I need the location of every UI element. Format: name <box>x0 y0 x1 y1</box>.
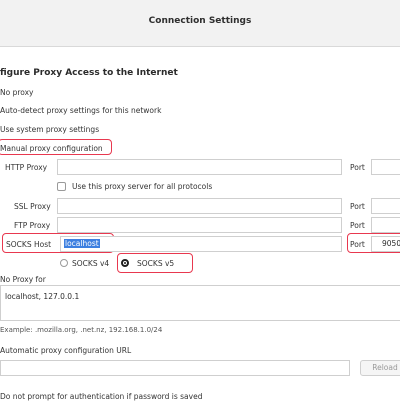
no-proxy-option[interactable]: No proxy <box>0 88 34 97</box>
socks-port-label: Port <box>350 240 365 249</box>
socks-v5-radio[interactable] <box>121 259 129 267</box>
auto-config-label: Automatic proxy configuration URL <box>0 346 132 355</box>
system-proxy-label: Use system proxy settings <box>0 125 100 134</box>
auto-config-url-input[interactable] <box>0 360 350 376</box>
ftp-port-input[interactable]: 0 <box>371 217 400 233</box>
http-port-input[interactable]: 0 <box>371 159 400 175</box>
socks-host-label: SOCKS Host <box>6 240 52 249</box>
socks-v5-label: SOCKS v5 <box>137 259 175 268</box>
manual-proxy-label: Manual proxy configuration <box>0 144 103 153</box>
http-proxy-input[interactable] <box>57 159 342 175</box>
http-port-label: Port <box>350 163 365 172</box>
http-proxy-label: HTTP Proxy <box>5 163 48 172</box>
manual-proxy-option[interactable]: Manual proxy configuration <box>0 144 103 153</box>
no-proxy-label: No proxy <box>0 88 34 97</box>
section-heading: figure Proxy Access to the Internet <box>0 68 178 78</box>
no-proxy-for-textarea[interactable]: localhost, 127.0.0.1 <box>0 285 400 321</box>
reload-button[interactable]: Reload <box>360 360 400 376</box>
ssl-proxy-label: SSL Proxy <box>14 202 51 211</box>
socks-v4-radio[interactable] <box>60 259 68 267</box>
socks-port-input[interactable]: 9050 <box>371 236 400 252</box>
socks-host-value: localhost <box>64 239 100 248</box>
socks-port-value: 9050 <box>382 239 400 248</box>
ssl-port-label: Port <box>350 202 365 211</box>
use-for-all-label: Use this proxy server for all protocols <box>72 182 213 191</box>
ssl-proxy-input[interactable] <box>57 198 342 214</box>
window-title: Connection Settings <box>148 16 252 26</box>
no-proxy-for-label: No Proxy for <box>0 275 46 284</box>
auto-detect-option[interactable]: Auto-detect proxy settings for this netw… <box>0 106 161 115</box>
connection-settings-panel: figure Proxy Access to the Internet No p… <box>0 46 400 401</box>
auto-detect-label: Auto-detect proxy settings for this netw… <box>0 106 162 115</box>
no-proxy-for-value: localhost, 127.0.0.1 <box>5 292 80 301</box>
socks-v4-label: SOCKS v4 <box>72 259 110 268</box>
socks-host-input[interactable]: localhost <box>60 236 342 252</box>
ssl-port-input[interactable]: 0 <box>371 198 400 214</box>
ftp-proxy-input[interactable] <box>57 217 342 233</box>
system-proxy-option[interactable]: Use system proxy settings <box>0 125 99 134</box>
no-proxy-example: Example: .mozilla.org, .net.nz, 192.168.… <box>0 326 163 334</box>
use-for-all-checkbox[interactable] <box>57 182 66 191</box>
ftp-proxy-label: FTP Proxy <box>14 221 51 230</box>
title-bar: Connection Settings <box>0 0 400 47</box>
ftp-port-label: Port <box>350 221 365 230</box>
reload-button-label: Reload <box>372 363 398 372</box>
